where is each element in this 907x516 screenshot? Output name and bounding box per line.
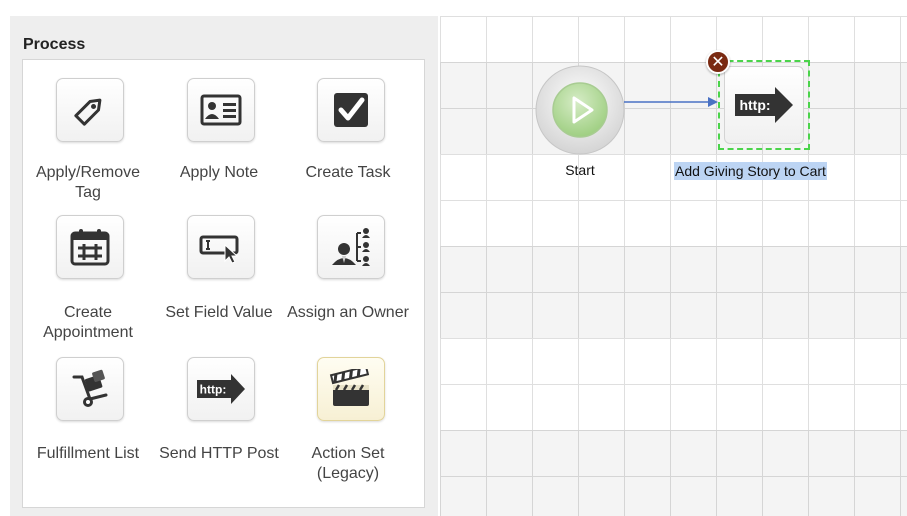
canvas-band	[440, 430, 907, 516]
tag-icon	[74, 98, 102, 126]
note-card-icon	[200, 94, 242, 126]
sequence-connector[interactable]	[624, 96, 720, 108]
fulfillment-list-label: Fulfillment List	[36, 445, 140, 462]
http-post-node[interactable]: http:	[718, 60, 810, 150]
palette-title: Process	[23, 36, 86, 53]
set-field-value-label: Set Field Value	[165, 304, 273, 321]
http-arrow-icon: http:	[197, 374, 245, 404]
checkbox-icon	[334, 93, 368, 127]
start-node[interactable]	[534, 64, 626, 156]
svg-text:http:: http:	[200, 383, 227, 397]
fulfillment-list-button[interactable]	[56, 357, 124, 421]
assign-owner-label: Assign an Owner	[287, 304, 409, 321]
clapperboard-icon	[329, 369, 370, 406]
calendar-icon	[70, 229, 110, 266]
action-set-legacy-button[interactable]	[317, 357, 385, 421]
http-post-node-tile: http:	[724, 66, 804, 144]
set-field-value-button[interactable]	[187, 215, 255, 279]
field-cursor-icon	[199, 235, 239, 264]
start-node-label: Start	[565, 162, 595, 178]
send-http-post-button[interactable]: http:	[187, 357, 255, 421]
create-appointment-label: Create Appointment	[43, 304, 133, 341]
apply-note-button[interactable]	[187, 78, 255, 142]
canvas-band	[440, 62, 907, 154]
action-set-legacy-label: Action Set (Legacy)	[311, 445, 385, 482]
http-arrow-icon: http:	[735, 87, 793, 123]
apply-remove-tag-label: Apply/Remove Tag	[35, 164, 141, 201]
apply-note-label: Apply Note	[179, 164, 259, 181]
apply-remove-tag-button[interactable]	[56, 78, 124, 142]
delete-node-button[interactable]: ✕	[706, 50, 730, 74]
owner-org-icon	[332, 228, 370, 266]
campaign-canvas[interactable]	[440, 16, 907, 516]
http-post-node-label[interactable]: Add Giving Story to Cart	[674, 162, 827, 180]
create-task-button[interactable]	[317, 78, 385, 142]
svg-text:http:: http:	[739, 97, 770, 113]
hand-truck-icon	[72, 369, 108, 407]
canvas-band	[440, 246, 907, 338]
assign-owner-button[interactable]	[317, 215, 385, 279]
create-appointment-button[interactable]	[56, 215, 124, 279]
create-task-label: Create Task	[305, 164, 391, 181]
send-http-post-label: Send HTTP Post	[159, 445, 279, 462]
